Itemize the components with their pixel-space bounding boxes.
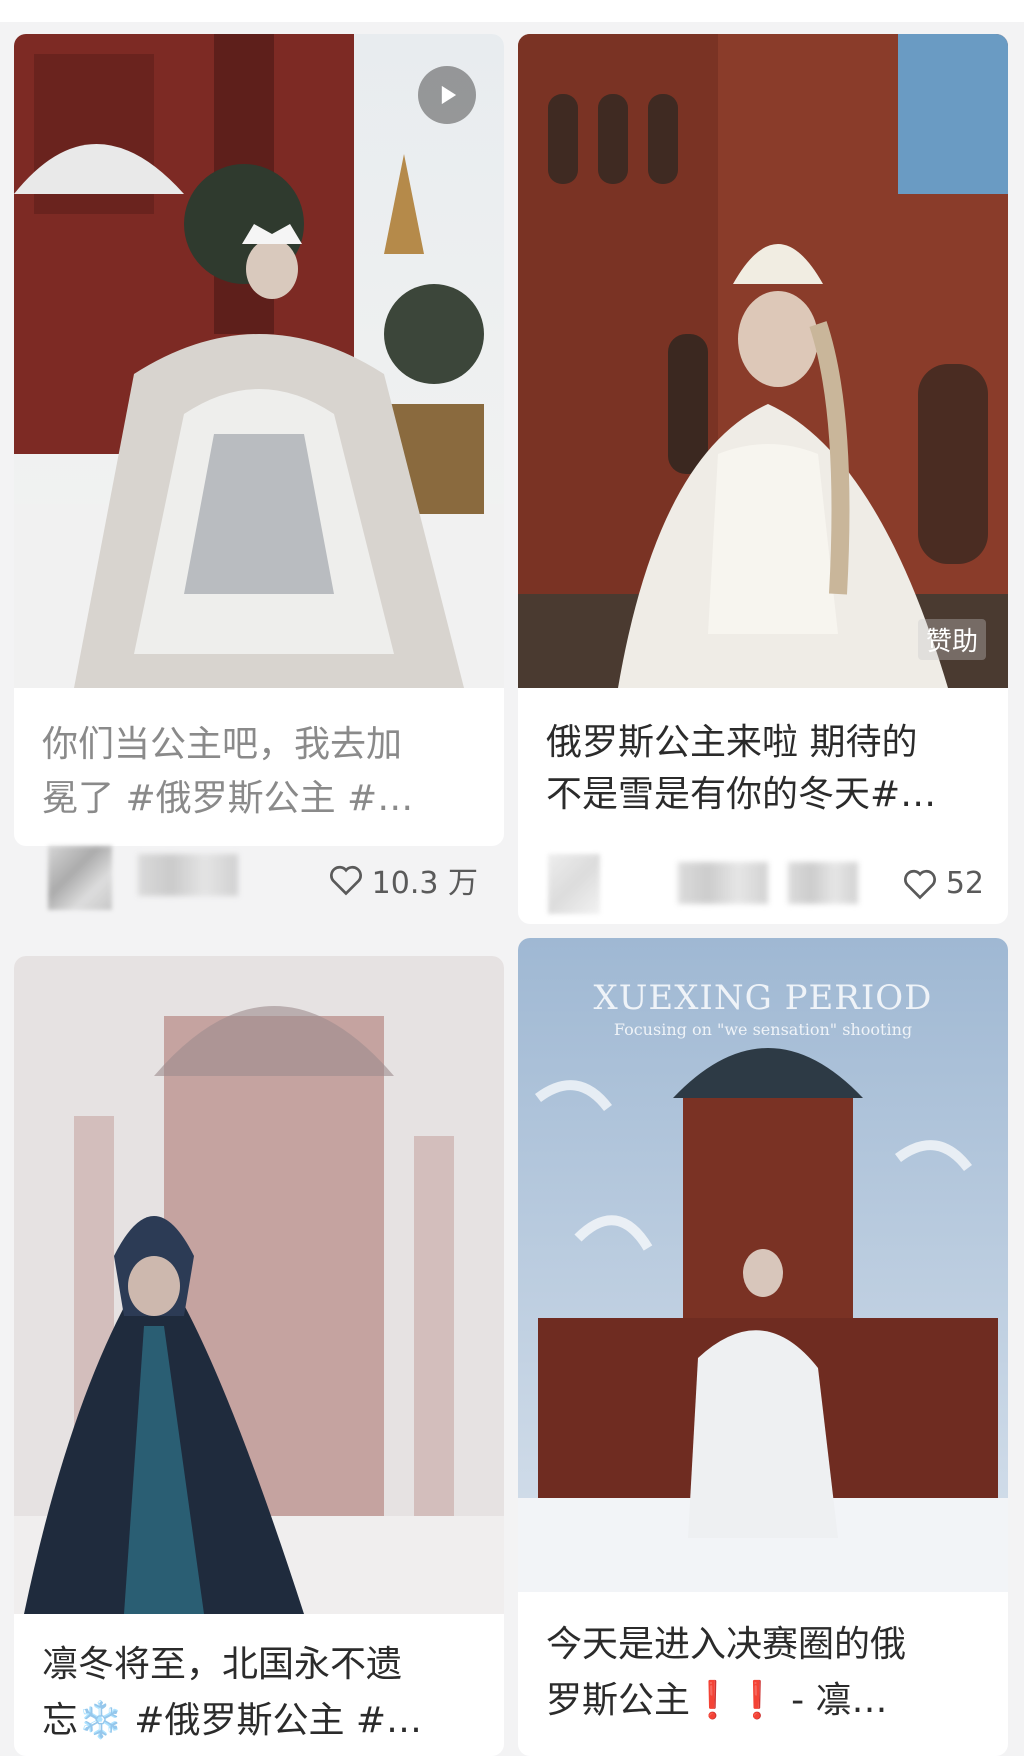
feed-card[interactable]: 凛冬将至，北国永不遗 忘❄️ #俄罗斯公主 #… [14, 956, 504, 1756]
author-avatar[interactable] [548, 854, 600, 914]
author-name[interactable] [678, 862, 768, 904]
author-name-extra [788, 862, 858, 904]
post-title-line-1: 你们当公主吧，我去加 [42, 724, 403, 765]
post-cover-image: 赞助 [518, 34, 1008, 688]
feed-card[interactable]: 你们当公主吧，我去加 冕了 #俄罗斯公主 #… [14, 34, 504, 846]
post-title-line-1: 凛冬将至，北国永不遗 [42, 1644, 403, 1685]
video-play-icon[interactable] [418, 66, 476, 124]
snowflake-icon: ❄️ [78, 1700, 123, 1741]
post-title-line-2: 忘❄️ #俄罗斯公主 #… [42, 1694, 482, 1748]
post-meta-row: 52 [548, 854, 984, 914]
post-cover-image [14, 34, 504, 688]
sponsored-badge: 赞助 [917, 619, 986, 660]
like-button[interactable]: 52 [902, 866, 984, 901]
post-title-line-2: 罗斯公主❗❗ - 凛… [546, 1674, 986, 1728]
post-meta-row: 10.3 万 [48, 846, 478, 910]
like-button[interactable]: 10.3 万 [328, 858, 478, 902]
post-title-line-2: 冕了 #俄罗斯公主 #… [42, 778, 414, 819]
watermark-subtitle: Focusing on "we sensation" shooting [613, 1020, 913, 1039]
post-cover-image: XUEXING PERIOD Focusing on "we sensation… [518, 938, 1008, 1592]
title-text: 忘 [42, 1700, 79, 1741]
title-hashtags: #俄罗斯公主 #… [122, 1700, 423, 1741]
like-count: 10.3 万 [371, 866, 478, 901]
title-suffix: - 凛… [779, 1680, 888, 1721]
author-name[interactable] [138, 854, 238, 896]
watermark-title: XUEXING PERIOD [593, 978, 933, 1018]
title-text: 罗斯公主 [546, 1680, 691, 1721]
heart-icon [329, 865, 362, 896]
post-title-line-1: 俄罗斯公主来啦 期待的 [546, 722, 918, 763]
top-bar [0, 0, 1024, 22]
post-title-line-2: 不是雪是有你的冬天#… [546, 774, 937, 815]
feed-card[interactable]: 赞助 俄罗斯公主来啦 期待的 不是雪是有你的冬天#… 52 [518, 34, 1008, 924]
post-cover-image [14, 956, 504, 1614]
exclamation-icon: ❗❗ [690, 1680, 780, 1721]
like-count: 52 [945, 866, 984, 901]
feed-card[interactable]: XUEXING PERIOD Focusing on "we sensation… [518, 938, 1008, 1756]
author-avatar[interactable] [48, 846, 112, 910]
heart-icon [903, 869, 936, 899]
post-title-line-1: 今天是进入决赛圈的俄 [546, 1624, 907, 1665]
